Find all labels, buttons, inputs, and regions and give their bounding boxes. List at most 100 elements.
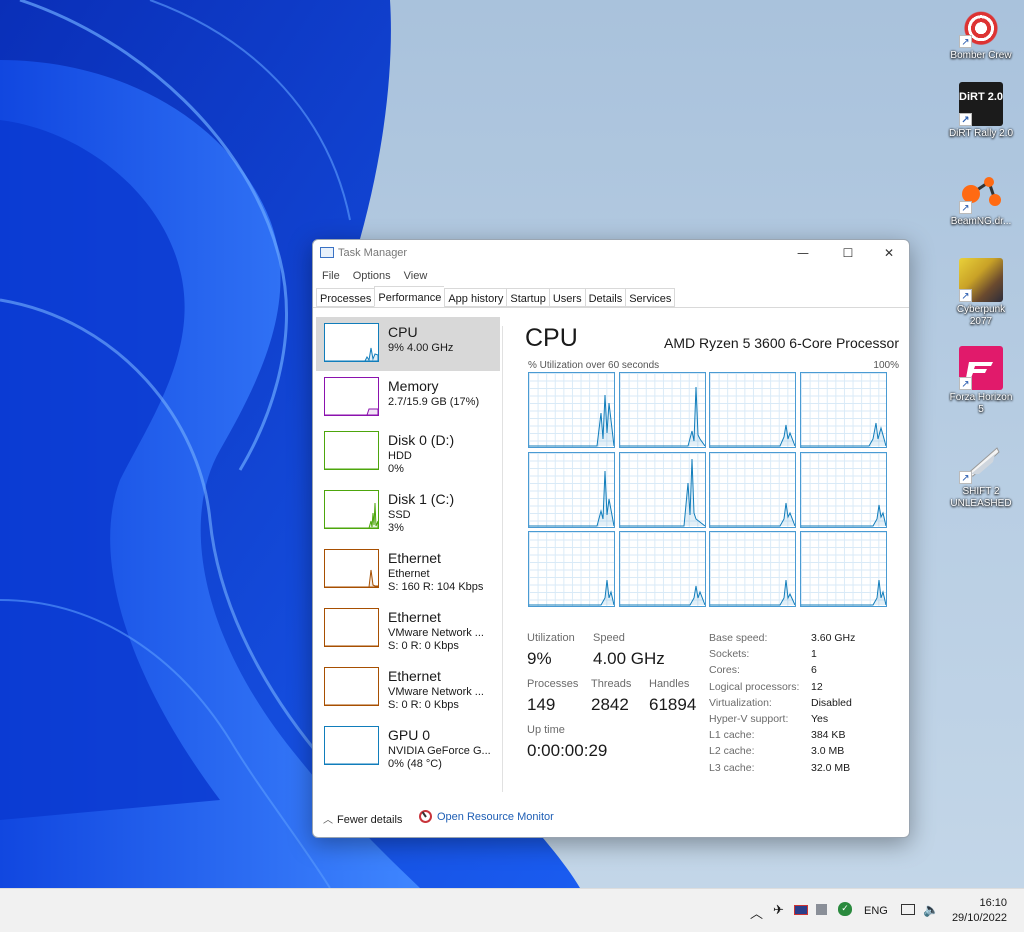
resource-monitor-label: Open Resource Monitor bbox=[437, 811, 554, 823]
sidebar-item-ethernet-1[interactable]: Ethernet Ethernet S: 160 R: 104 Kbps bbox=[316, 543, 500, 597]
clock-date[interactable]: 29/10/2022 bbox=[952, 912, 1007, 924]
sidebar-item-detail: 9% 4.00 GHz bbox=[388, 342, 454, 354]
utilization-value: 9% bbox=[527, 649, 552, 668]
desktop-icon-label: Cyberpunk 2077 bbox=[956, 304, 1006, 327]
tab-startup[interactable]: Startup bbox=[506, 288, 549, 307]
mini-graph-trace bbox=[325, 408, 378, 415]
uptime-value: 0:00:00:29 bbox=[527, 741, 608, 760]
spec-label: L3 cache: bbox=[709, 761, 755, 774]
spec-value: Yes bbox=[811, 713, 829, 725]
desktop-icon-label: Bomber Crew bbox=[950, 50, 1012, 61]
tab-strip: Processes Performance App history Startu… bbox=[316, 286, 676, 307]
tab-details[interactable]: Details bbox=[584, 288, 626, 307]
tray-bird-icon[interactable]: ✈ bbox=[773, 903, 784, 918]
memory-mini-graph bbox=[324, 377, 379, 416]
utilization-area bbox=[710, 425, 795, 446]
spec-label: Virtualization: bbox=[709, 696, 772, 709]
cyberpunk-icon: ↗ bbox=[959, 258, 1003, 302]
minimize-button[interactable]: — bbox=[783, 242, 823, 264]
tab-users[interactable]: Users bbox=[548, 288, 585, 307]
spec-value: 3.0 MB bbox=[811, 745, 845, 758]
menu-file[interactable]: File bbox=[318, 266, 344, 282]
sidebar-item-detail: HDD bbox=[388, 450, 412, 462]
spec-value: 6 bbox=[811, 664, 817, 677]
graph-max-label: 100% bbox=[873, 360, 899, 371]
mini-graph-trace bbox=[325, 569, 378, 587]
gpu-0-mini-graph bbox=[324, 726, 379, 765]
speed-value: 4.00 GHz bbox=[593, 649, 665, 668]
fewer-details-button[interactable]: ︿ Fewer details bbox=[323, 811, 402, 826]
desktop-icon-forza[interactable]: ↗ Forza Horizon 5 bbox=[944, 346, 1018, 416]
sidebar-item-value: S: 0 R: 0 Kbps bbox=[388, 699, 459, 711]
sidebar-item-title: Disk 1 (C:) bbox=[388, 491, 455, 507]
logical-processor-graph bbox=[528, 451, 615, 528]
threads-label: Threads bbox=[591, 678, 632, 690]
sidebar-item-detail: NVIDIA GeForce G... bbox=[388, 745, 491, 757]
utilization-area bbox=[529, 470, 614, 526]
threads-value: 2842 bbox=[591, 695, 629, 714]
show-hidden-icons-chevron-icon[interactable]: ︿ bbox=[750, 903, 763, 922]
chevron-up-icon: ︿ bbox=[323, 815, 333, 826]
sidebar-item-memory[interactable]: Memory 2.7/15.9 GB (17%) bbox=[316, 371, 500, 425]
sidebar-item-disk-1[interactable]: Disk 1 (C:) SSD 3% bbox=[316, 484, 500, 538]
volume-icon[interactable]: 🔈 bbox=[923, 903, 939, 918]
disk-1-mini-graph bbox=[324, 490, 379, 529]
logical-processor-graph bbox=[618, 451, 706, 528]
sidebar-item-disk-0[interactable]: Disk 0 (D:) HDD 0% bbox=[316, 425, 500, 479]
sidebar-item-ethernet-2[interactable]: Ethernet VMware Network ... S: 0 R: 0 Kb… bbox=[316, 602, 500, 656]
clock-time[interactable]: 16:10 bbox=[979, 897, 1007, 909]
tab-processes[interactable]: Processes bbox=[316, 288, 375, 307]
tray-security-shield-icon[interactable]: ✓ bbox=[838, 902, 852, 916]
sidebar-item-title: Memory bbox=[388, 378, 439, 394]
close-button[interactable]: ✕ bbox=[869, 242, 909, 264]
cpu-model-name: AMD Ryzen 5 3600 6-Core Processor bbox=[664, 335, 899, 351]
menu-options[interactable]: Options bbox=[349, 266, 395, 282]
open-resource-monitor-link[interactable]: Open Resource Monitor bbox=[419, 810, 554, 823]
performance-sidebar: CPU 9% 4.00 GHz Memory 2.7/15.9 GB (17%)… bbox=[316, 317, 500, 801]
window-title: Task Manager bbox=[338, 247, 408, 259]
task-manager-window: Task Manager — ☐ ✕ File Options View Proce… bbox=[312, 239, 910, 838]
language-indicator[interactable]: ENG bbox=[864, 905, 888, 917]
network-icon[interactable] bbox=[901, 904, 915, 915]
tab-services[interactable]: Services bbox=[625, 288, 676, 307]
menu-view[interactable]: View bbox=[400, 266, 432, 282]
logical-processor-graph-grid[interactable] bbox=[528, 372, 888, 610]
sidebar-item-title: Disk 0 (D:) bbox=[388, 432, 455, 448]
maximize-button[interactable]: ☐ bbox=[828, 242, 868, 264]
sidebar-item-gpu-0[interactable]: GPU 0 NVIDIA GeForce G... 0% (48 °C) bbox=[316, 720, 500, 774]
tab-strip-border bbox=[313, 307, 909, 308]
utilization-line bbox=[529, 579, 614, 606]
processes-label: Processes bbox=[527, 678, 579, 690]
utilization-area bbox=[800, 423, 886, 446]
sidebar-item-title: CPU bbox=[388, 324, 418, 340]
tray-display-icon[interactable] bbox=[794, 905, 808, 915]
sidebar-item-value: 0% (48 °C) bbox=[388, 758, 442, 770]
spec-label: Logical processors: bbox=[709, 680, 800, 693]
sidebar-item-cpu[interactable]: CPU 9% 4.00 GHz bbox=[316, 317, 500, 371]
sidebar-item-title: Ethernet bbox=[388, 609, 441, 625]
tab-performance[interactable]: Performance bbox=[374, 286, 445, 307]
graph-caption: % Utilization over 60 seconds bbox=[528, 360, 660, 371]
desktop-icon-label: Forza Horizon 5 bbox=[949, 392, 1013, 415]
sidebar-item-title: Ethernet bbox=[388, 550, 441, 566]
utilization-area bbox=[619, 387, 705, 446]
desktop-icon-cyberpunk[interactable]: ↗ Cyberpunk 2077 bbox=[944, 258, 1018, 328]
sidebar-item-ethernet-3[interactable]: Ethernet VMware Network ... S: 0 R: 0 Kb… bbox=[316, 661, 500, 715]
shortcut-arrow-icon: ↗ bbox=[959, 377, 972, 390]
desktop-icon-bomber-crew[interactable]: ↗ Bomber Crew bbox=[944, 4, 1018, 62]
logical-processor-graph bbox=[528, 372, 615, 448]
dirt-rally-icon: DiRT 2.0 ↗ bbox=[959, 82, 1003, 126]
shortcut-arrow-icon: ↗ bbox=[959, 289, 972, 302]
tray-storage-icon[interactable] bbox=[816, 904, 827, 915]
sidebar-item-title: GPU 0 bbox=[388, 727, 431, 743]
shortcut-arrow-icon: ↗ bbox=[959, 35, 972, 48]
ethernet-2-mini-graph bbox=[324, 608, 379, 647]
spec-value: 384 KB bbox=[811, 729, 846, 742]
shortcut-arrow-icon: ↗ bbox=[959, 113, 972, 126]
desktop-icon-beamng[interactable]: ↗ BeamNG.dr... bbox=[944, 170, 1018, 228]
spec-value: Disabled bbox=[811, 696, 852, 709]
desktop-icon-shift2[interactable]: ↗ SHIFT 2 UNLEASHED bbox=[944, 440, 1018, 510]
desktop-icon-dirt-rally[interactable]: DiRT 2.0 ↗ DiRT Rally 2.0 bbox=[944, 82, 1018, 140]
title-bar[interactable]: Task Manager — ☐ ✕ bbox=[313, 240, 909, 266]
tab-app-history[interactable]: App history bbox=[444, 288, 507, 307]
